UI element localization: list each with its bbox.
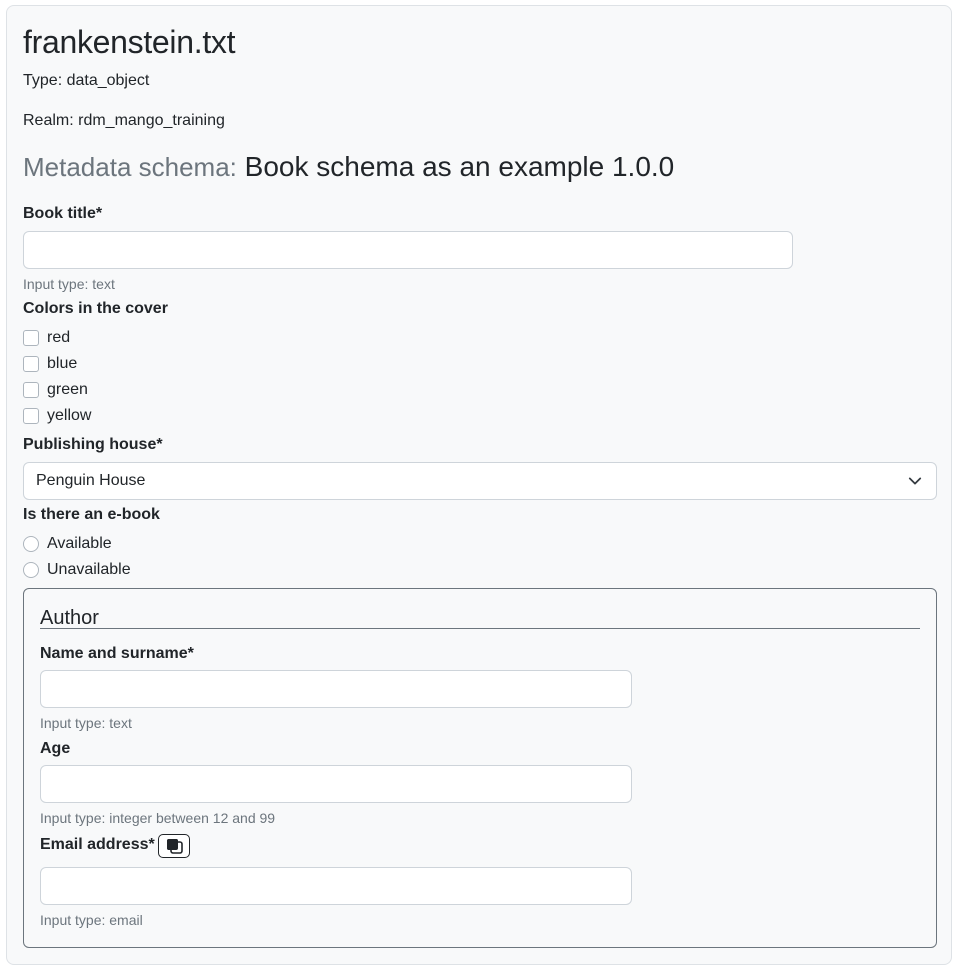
chevron-down-icon	[908, 477, 922, 485]
author-fieldset: Author Name and surname* Input type: tex…	[23, 588, 937, 948]
radio-unavailable[interactable]	[23, 562, 39, 578]
book-title-input[interactable]	[23, 231, 793, 269]
ebook-option-label: Unavailable	[47, 561, 131, 578]
colors-label: Colors in the cover	[23, 300, 168, 317]
file-name-title: frankenstein.txt	[23, 24, 236, 60]
ebook-option-label: Available	[47, 535, 112, 552]
author-email-label: Email address*	[40, 836, 155, 853]
schema-label: Metadata schema:	[23, 152, 237, 182]
publishing-house-label: Publishing house*	[23, 436, 163, 453]
checkbox-blue[interactable]	[23, 356, 39, 372]
copy-icon	[167, 839, 183, 854]
ebook-label: Is there an e-book	[23, 506, 160, 523]
legend-divider	[40, 628, 920, 629]
book-title-help: Input type: text	[23, 276, 115, 292]
schema-heading: Metadata schema: Book schema as an examp…	[23, 151, 674, 183]
publishing-house-selected: Penguin House	[36, 472, 146, 489]
author-age-input[interactable]	[40, 765, 632, 803]
color-option-label: yellow	[47, 407, 92, 424]
checkbox-green[interactable]	[23, 382, 39, 398]
author-legend: Author	[40, 607, 99, 629]
publishing-house-select[interactable]: Penguin House	[23, 462, 937, 500]
color-option-red[interactable]: red	[23, 327, 70, 349]
file-type: Type: data_object	[23, 72, 150, 89]
author-age-label: Age	[40, 740, 71, 757]
metadata-form-card: frankenstein.txt Type: data_object Realm…	[6, 5, 952, 965]
color-option-yellow[interactable]: yellow	[23, 405, 91, 427]
schema-name: Book schema as an example 1.0.0	[244, 151, 675, 182]
checkbox-yellow[interactable]	[23, 408, 39, 424]
checkbox-red[interactable]	[23, 330, 39, 346]
color-option-label: green	[47, 381, 88, 398]
author-age-help: Input type: integer between 12 and 99	[40, 810, 276, 826]
ebook-option-unavailable[interactable]: Unavailable	[23, 559, 131, 581]
color-option-label: red	[47, 329, 71, 346]
ebook-option-available[interactable]: Available	[23, 533, 112, 555]
author-name-label: Name and surname*	[40, 645, 194, 662]
book-title-label: Book title*	[23, 205, 103, 222]
author-name-input[interactable]	[40, 670, 632, 708]
author-email-input[interactable]	[40, 867, 632, 905]
file-realm: Realm: rdm_mango_training	[23, 112, 225, 129]
copy-button[interactable]	[158, 834, 190, 858]
color-option-label: blue	[47, 355, 78, 372]
color-option-green[interactable]: green	[23, 379, 88, 401]
color-option-blue[interactable]: blue	[23, 353, 77, 375]
author-email-help: Input type: email	[40, 912, 143, 928]
author-name-help: Input type: text	[40, 715, 132, 731]
radio-available[interactable]	[23, 536, 39, 552]
